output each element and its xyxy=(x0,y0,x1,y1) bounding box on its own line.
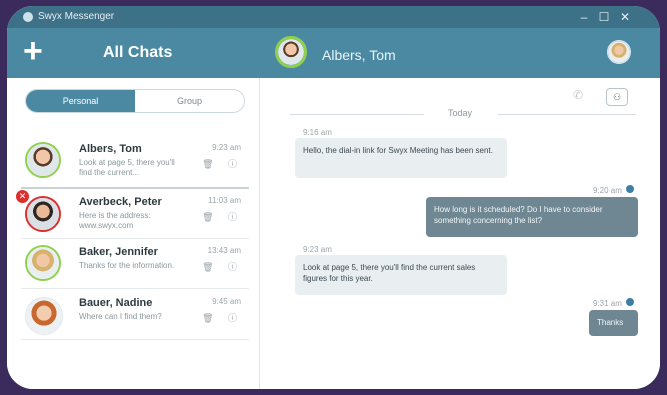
chat-actions-icons[interactable]: 🗑 ⓘ xyxy=(202,210,243,223)
message-bubble-incoming: Look at page 5, there you'll find the cu… xyxy=(295,255,507,295)
avatar-image xyxy=(278,39,304,65)
message-bubble-incoming: Hello, the dial-in link for Swyx Meeting… xyxy=(295,138,507,178)
avatar xyxy=(25,297,63,335)
divider xyxy=(21,187,249,189)
divider xyxy=(21,339,249,340)
message-bubble-outgoing: How long is it scheduled? Do I have to c… xyxy=(426,197,638,237)
new-chat-button[interactable]: + xyxy=(23,34,43,68)
chat-list-panel: Personal Group Albers, Tom Look at page … xyxy=(7,78,260,389)
contact-card-icon[interactable]: ⚇ xyxy=(606,88,628,106)
read-status-icon xyxy=(626,185,634,193)
chat-item-baker[interactable]: Baker, Jennifer Thanks for the informati… xyxy=(19,240,249,288)
avatar-image xyxy=(27,144,59,176)
chat-name: Baker, Jennifer xyxy=(79,246,158,258)
chat-actions-icons[interactable]: 🗑 ⓘ xyxy=(202,311,243,324)
chat-time: 9:23 am xyxy=(212,143,241,152)
unavailable-badge-icon: ✕ xyxy=(16,190,29,203)
user-avatar[interactable] xyxy=(607,40,631,64)
day-separator: Today xyxy=(448,108,473,118)
chat-actions-icons[interactable]: 🗑 ⓘ xyxy=(202,157,243,170)
window-title: Swyx Messenger xyxy=(38,11,115,22)
contact-avatar[interactable] xyxy=(275,36,307,68)
chat-name: Bauer, Nadine xyxy=(79,297,153,309)
chat-preview: Look at page 5, there you'll find the cu… xyxy=(79,158,175,177)
phone-icon[interactable]: ✆ xyxy=(573,88,583,102)
chat-item-albers[interactable]: Albers, Tom Look at page 5, there you'll… xyxy=(19,137,249,185)
read-status-icon xyxy=(626,298,634,306)
message-time: 9:16 am xyxy=(303,128,332,137)
close-button[interactable]: ✕ xyxy=(617,9,633,25)
divider xyxy=(290,114,424,115)
contact-name: Albers, Tom xyxy=(322,47,396,63)
chat-time: 13:43 am xyxy=(207,246,241,255)
chat-time: 11:03 am xyxy=(208,196,241,205)
conversation-panel: ✆ ⚇ Today 9:16 am Hello, the dial-in lin… xyxy=(260,78,660,389)
divider xyxy=(21,238,249,239)
app-header: + All Chats Albers, Tom xyxy=(7,28,660,78)
minimize-button[interactable]: – xyxy=(576,9,592,25)
chat-time: 9:45 am xyxy=(212,297,241,306)
message-bubble-outgoing: Thanks xyxy=(589,310,638,336)
avatar-image xyxy=(27,247,59,279)
chat-name: Averbeck, Peter xyxy=(79,196,162,208)
chat-item-bauer[interactable]: Bauer, Nadine Where can I find them? 9:4… xyxy=(19,291,249,339)
avatar-image xyxy=(608,41,630,63)
chat-actions-icons[interactable]: 🗑 ⓘ xyxy=(202,260,243,273)
chat-item-averbeck[interactable]: ✕ Averbeck, Peter Here is the address: w… xyxy=(16,190,249,238)
avatar xyxy=(25,196,61,232)
avatar xyxy=(25,142,61,178)
message-time: 9:23 am xyxy=(303,245,332,254)
chat-preview: Where can I find them? xyxy=(79,312,162,321)
tab-personal[interactable]: Personal xyxy=(26,90,135,112)
chat-preview: Here is the address: www.swyx.com xyxy=(79,211,151,230)
message-time: 9:20 am xyxy=(593,186,622,195)
divider xyxy=(498,114,636,115)
swyx-logo-icon xyxy=(23,12,33,22)
avatar xyxy=(25,245,61,281)
tab-group[interactable]: Group xyxy=(135,90,244,112)
chats-title: All Chats xyxy=(103,44,173,61)
chat-preview: Thanks for the information. xyxy=(79,261,175,270)
avatar-image xyxy=(27,198,59,230)
chat-type-toggle: Personal Group xyxy=(25,89,245,113)
divider xyxy=(21,288,249,289)
maximize-button[interactable]: ☐ xyxy=(596,9,612,25)
app-window: Swyx Messenger – ☐ ✕ + All Chats Albers,… xyxy=(7,6,660,389)
message-time: 9:31 am xyxy=(593,299,622,308)
chat-name: Albers, Tom xyxy=(79,143,142,155)
title-bar: Swyx Messenger – ☐ ✕ xyxy=(7,6,660,28)
avatar-image xyxy=(26,298,62,334)
